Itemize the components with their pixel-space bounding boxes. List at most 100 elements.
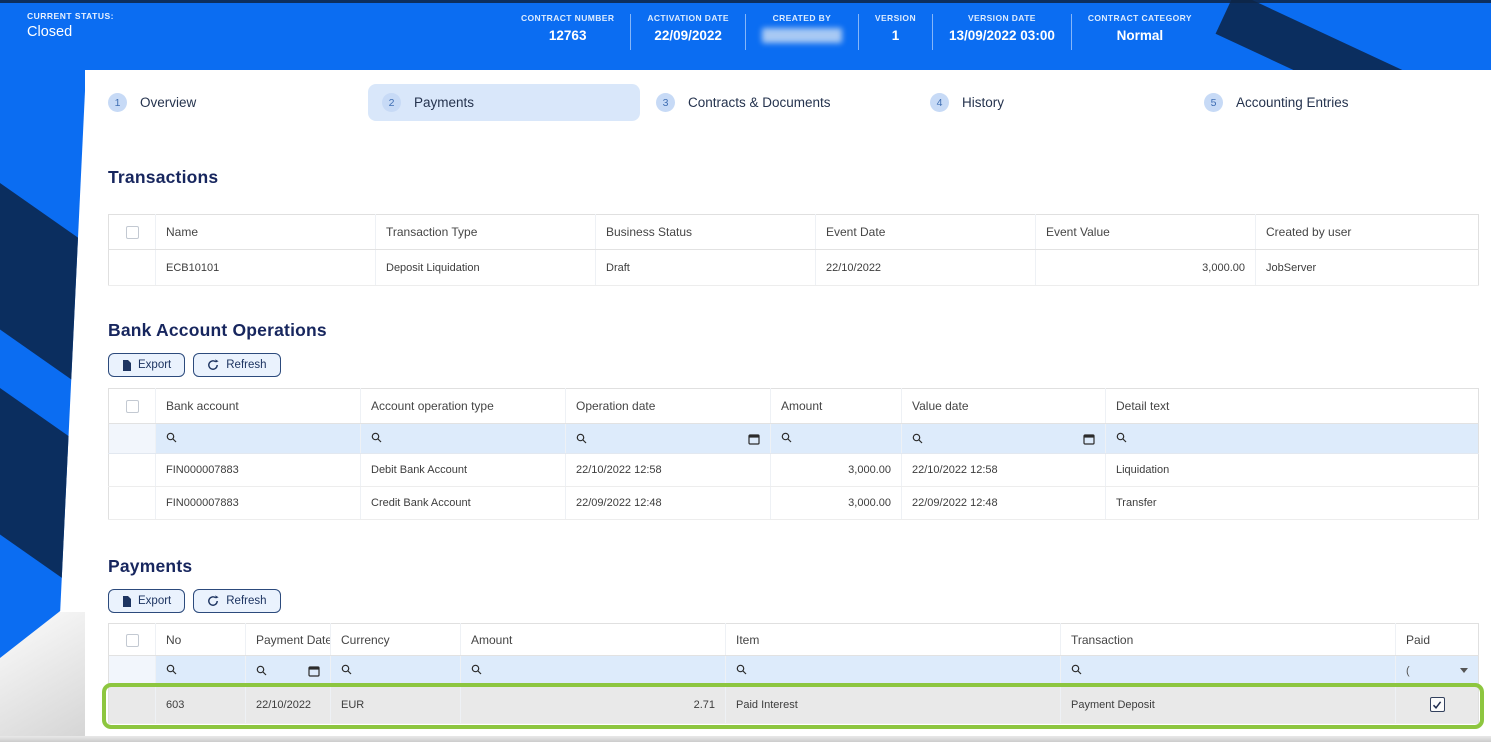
cell-detail-text: Liquidation	[1105, 453, 1479, 487]
filter-no[interactable]	[155, 655, 246, 686]
filter-operation-date[interactable]	[565, 423, 771, 454]
search-icon	[166, 432, 177, 443]
search-icon	[471, 664, 482, 675]
cell-item: Paid Interest	[725, 685, 1061, 724]
payments-toolbar: Export Refresh	[108, 589, 1478, 613]
field-created-by: CREATED BY	[746, 13, 858, 43]
payments-table: No Payment Date Currency Amount Item Tra…	[108, 623, 1479, 724]
select-all-checkbox[interactable]	[125, 400, 139, 414]
search-icon	[576, 433, 587, 444]
filter-transaction[interactable]	[1060, 655, 1396, 686]
filter-amount[interactable]	[460, 655, 726, 686]
cell-value-date: 22/10/2022 12:58	[901, 453, 1106, 487]
table-header-row: Name Transaction Type Business Status Ev…	[108, 214, 1479, 250]
refresh-icon	[207, 595, 219, 607]
export-button[interactable]: Export	[108, 589, 186, 613]
cell-name: ECB10101	[155, 249, 376, 286]
document-icon	[122, 359, 131, 371]
paid-checkbox-checked[interactable]	[1429, 697, 1445, 712]
cell-amount: 3,000.00	[770, 486, 902, 520]
filter-paid-dropdown[interactable]: (	[1395, 655, 1479, 686]
filter-amount[interactable]	[770, 423, 902, 454]
cell-currency: EUR	[330, 685, 461, 724]
payments-table-wrapper: No Payment Date Currency Amount Item Tra…	[102, 623, 1484, 729]
transactions-section-title: Transactions	[108, 167, 219, 187]
top-header-bar: CURRENT STATUS: Closed CONTRACT NUMBER 1…	[0, 0, 1491, 70]
current-status-block: CURRENT STATUS: Closed	[27, 11, 114, 40]
cell-value-date: 22/09/2022 12:48	[901, 486, 1106, 520]
calendar-icon[interactable]	[308, 665, 320, 677]
decorative-navy-stripe	[0, 155, 86, 426]
cell-bank-account: FIN000007883	[155, 486, 361, 520]
search-icon	[371, 432, 382, 443]
search-icon	[912, 433, 923, 444]
cell-detail-text: Transfer	[1105, 486, 1479, 520]
table-row[interactable]: FIN000007883 Debit Bank Account 22/10/20…	[108, 453, 1479, 487]
cell-bank-account: FIN000007883	[155, 453, 361, 487]
filter-row: (	[108, 655, 1479, 686]
field-contract-number: CONTRACT NUMBER 12763	[521, 13, 615, 43]
filter-account-operation-type[interactable]	[360, 423, 566, 454]
table-header-row: Bank account Account operation type Oper…	[108, 388, 1479, 424]
cell-amount: 3,000.00	[770, 453, 902, 487]
search-icon	[781, 432, 792, 443]
tab-number-badge: 1	[108, 93, 127, 112]
field-version-date: VERSION DATE 13/09/2022 03:00	[948, 13, 1055, 43]
search-icon	[1116, 432, 1127, 443]
cell-transaction: Payment Deposit	[1060, 685, 1396, 724]
cell-no: 603	[155, 685, 246, 724]
export-button[interactable]: Export	[108, 353, 186, 377]
select-all-checkbox[interactable]	[125, 226, 139, 240]
filter-item[interactable]	[725, 655, 1061, 686]
tab-history[interactable]: 4 History	[930, 84, 1204, 121]
tab-payments[interactable]: 2 Payments	[368, 84, 656, 121]
cell-amount: 2.71	[460, 685, 726, 724]
redacted-value	[761, 28, 842, 43]
filter-payment-date[interactable]	[245, 655, 331, 686]
calendar-icon[interactable]	[748, 433, 760, 445]
search-icon	[256, 665, 267, 676]
cell-payment-date: 22/10/2022	[245, 685, 331, 724]
field-activation-date: ACTIVATION DATE 22/09/2022	[647, 13, 729, 43]
search-icon	[341, 664, 352, 675]
refresh-button[interactable]: Refresh	[193, 589, 281, 613]
cell-account-operation-type: Credit Bank Account	[360, 486, 566, 520]
search-icon	[166, 664, 177, 675]
window-top-edge	[0, 0, 1491, 3]
filter-row	[108, 423, 1479, 454]
main-content-panel: 1 Overview 2 Payments 3 Contracts & Docu…	[85, 70, 1491, 736]
table-header-row: No Payment Date Currency Amount Item Tra…	[108, 623, 1479, 656]
calendar-icon[interactable]	[1083, 433, 1095, 445]
cell-operation-date: 22/10/2022 12:58	[565, 453, 771, 487]
tab-number-badge: 5	[1204, 93, 1223, 112]
cell-operation-date: 22/09/2022 12:48	[565, 486, 771, 520]
cell-created-by-user: JobServer	[1255, 249, 1479, 286]
document-icon	[122, 595, 131, 607]
search-icon	[736, 664, 747, 675]
cell-event-value: 3,000.00	[1035, 249, 1256, 286]
select-all-checkbox[interactable]	[125, 633, 139, 647]
tab-contracts-documents[interactable]: 3 Contracts & Documents	[656, 84, 930, 121]
checkmark-icon	[1432, 700, 1442, 709]
field-version: VERSION 1	[874, 13, 916, 43]
tab-accounting-entries[interactable]: 5 Accounting Entries	[1204, 84, 1478, 121]
tab-overview[interactable]: 1 Overview	[108, 84, 382, 121]
tab-number-badge: 3	[656, 93, 675, 112]
table-row[interactable]: ECB10101 Deposit Liquidation Draft 22/10…	[108, 249, 1479, 286]
field-contract-category: CONTRACT CATEGORY Normal	[1087, 13, 1192, 43]
cell-event-date: 22/10/2022	[815, 249, 1036, 286]
chevron-down-icon[interactable]	[1460, 668, 1468, 673]
filter-bank-account[interactable]	[155, 423, 361, 454]
contract-header-fields: CONTRACT NUMBER 12763 ACTIVATION DATE 22…	[505, 13, 1208, 50]
decorative-left-wedge	[0, 70, 86, 658]
search-icon	[1071, 664, 1082, 675]
step-tabs: 1 Overview 2 Payments 3 Contracts & Docu…	[108, 84, 1478, 121]
table-row[interactable]: FIN000007883 Credit Bank Account 22/09/2…	[108, 486, 1479, 520]
window-bottom-edge	[0, 736, 1491, 742]
filter-value-date[interactable]	[901, 423, 1106, 454]
refresh-button[interactable]: Refresh	[193, 353, 281, 377]
current-status-label: CURRENT STATUS:	[27, 11, 114, 21]
table-row-highlighted[interactable]: 603 22/10/2022 EUR 2.71 Paid Interest Pa…	[108, 685, 1479, 724]
filter-currency[interactable]	[330, 655, 461, 686]
filter-detail-text[interactable]	[1105, 423, 1479, 454]
